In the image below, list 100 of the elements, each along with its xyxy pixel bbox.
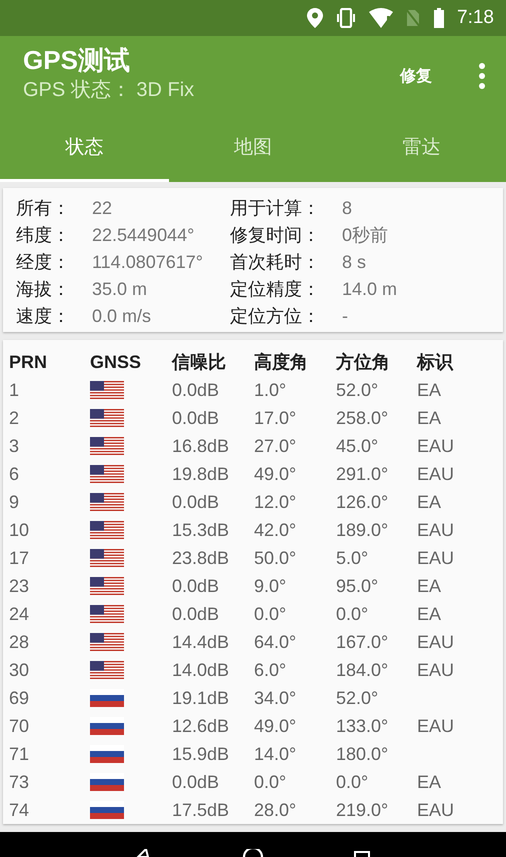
table-cell-text: 73 [9, 771, 30, 794]
field-value: 22 [92, 197, 114, 220]
table-cell-text: 74 [9, 799, 30, 822]
table-cell-text: 12.6dB [172, 715, 230, 738]
field-value: 8 s [342, 251, 368, 274]
table-cell-text: EA [417, 379, 442, 402]
table-cell-text: 15.3dB [172, 519, 230, 542]
table-cell-text: 64.0° [254, 631, 298, 654]
column-header: 信噪比 [172, 351, 227, 374]
table-cell-text: EAU [417, 463, 456, 486]
table-cell-text: 17.5dB [172, 799, 230, 822]
table-cell-text: 49.0° [254, 715, 298, 738]
table-cell-text: EAU [417, 547, 456, 570]
table-cell-text: 23 [9, 575, 30, 598]
column-header: GNSS [90, 351, 142, 374]
table-cell-text: 23.8dB [172, 547, 230, 570]
table-cell-text: 0.0° [336, 771, 370, 794]
table-cell-text: 69 [9, 687, 30, 710]
us-flag-icon [90, 521, 124, 539]
table-cell-text: 50.0° [254, 547, 298, 570]
table-cell-text: 14.0° [254, 743, 298, 766]
table-cell-text: 70 [9, 715, 30, 738]
table-cell-text: EAU [417, 631, 456, 654]
field-label: 经度： [16, 251, 71, 274]
field-value: 14.0 m [342, 278, 398, 301]
table-cell-text: 0.0° [336, 603, 370, 626]
field-label: 首次耗时： [230, 251, 321, 274]
table-cell-text: 9.0° [254, 575, 288, 598]
table-cell-text: 0.0° [254, 771, 288, 794]
table-cell-text: 258.0° [336, 407, 390, 430]
table-cell-text: 17.0° [254, 407, 298, 430]
table-cell-text: 0.0dB [172, 379, 220, 402]
field-label: 定位精度： [230, 278, 321, 301]
us-flag-icon [90, 549, 124, 567]
table-cell-text: 10 [9, 519, 30, 542]
table-cell-text: 34.0° [254, 687, 298, 710]
table-cell-text: 28 [9, 631, 30, 654]
wifi-icon [369, 8, 394, 28]
table-cell-text: 184.0° [336, 659, 390, 682]
table-cell-text: 6 [9, 463, 20, 486]
field-label: 所有： [16, 197, 71, 220]
clock: 7:18 [457, 7, 494, 29]
table-cell-text: EAU [417, 659, 456, 682]
table-cell-text: EAU [417, 799, 456, 822]
field-label: 修复时间： [230, 224, 321, 247]
us-flag-icon [90, 381, 124, 399]
us-flag-icon [90, 633, 124, 651]
table-cell-text: 45.0° [336, 435, 380, 458]
table-cell-text: 14.4dB [172, 631, 230, 654]
table-cell-text: 126.0° [336, 491, 390, 514]
table-cell-text: EA [417, 603, 442, 626]
table-cell-text: 1.0° [254, 379, 288, 402]
vibrate-icon [335, 8, 358, 28]
table-cell-text: 6.0° [254, 659, 288, 682]
field-label: 海拔： [16, 278, 71, 301]
table-cell-text: EA [417, 771, 442, 794]
table-cell-text: 24 [9, 603, 30, 626]
table-cell-text: EA [417, 407, 442, 430]
field-value: 8 [342, 197, 354, 220]
fix-button[interactable]: 修复 [394, 62, 438, 91]
us-flag-icon [90, 409, 124, 427]
table-cell-text: 71 [9, 743, 30, 766]
home-icon[interactable] [240, 849, 265, 857]
table-cell-text: 0.0dB [172, 575, 220, 598]
table-cell-text: EAU [417, 435, 456, 458]
column-header: 高度角 [254, 351, 309, 374]
gps-status: GPS 状态： 3D Fix [23, 78, 196, 103]
table-cell-text: 5.0° [336, 547, 370, 570]
field-value: 0.0 m/s [92, 305, 152, 328]
table-cell-text: 19.8dB [172, 463, 230, 486]
column-header: 方位角 [336, 351, 391, 374]
table-cell-text: 189.0° [336, 519, 390, 542]
table-cell-text: 0.0dB [172, 603, 220, 626]
tab[interactable]: 状态 [0, 114, 169, 182]
table-cell-text: 133.0° [336, 715, 390, 738]
battery-icon [433, 8, 446, 28]
table-cell-text: 27.0° [254, 435, 298, 458]
no-sim-icon [405, 8, 422, 28]
table-cell-text: 15.9dB [172, 743, 230, 766]
us-flag-icon [90, 661, 124, 679]
us-flag-icon [90, 493, 124, 511]
field-value: 35.0 m [92, 278, 148, 301]
more-options-icon[interactable] [478, 62, 486, 90]
table-cell-text: 0.0dB [172, 407, 220, 430]
field-label: 定位方位： [230, 305, 321, 328]
table-cell-text: 28.0° [254, 799, 298, 822]
field-value: 114.0807617° [92, 251, 204, 274]
field-value: 22.5449044° [92, 224, 196, 247]
table-cell-text: EAU [417, 519, 456, 542]
table-cell-text: 291.0° [336, 463, 390, 486]
table-cell-text: EAU [417, 715, 456, 738]
tab[interactable]: 雷达 [337, 114, 506, 182]
table-cell-text: 16.8dB [172, 435, 230, 458]
table-cell-text: 49.0° [254, 463, 298, 486]
table-cell-text: 12.0° [254, 491, 298, 514]
location-icon [307, 8, 324, 28]
table-cell-text: 3 [9, 435, 20, 458]
table-cell-text: 14.0dB [172, 659, 230, 682]
tab[interactable]: 地图 [168, 114, 338, 182]
app-title: GPS测试 [23, 44, 131, 76]
